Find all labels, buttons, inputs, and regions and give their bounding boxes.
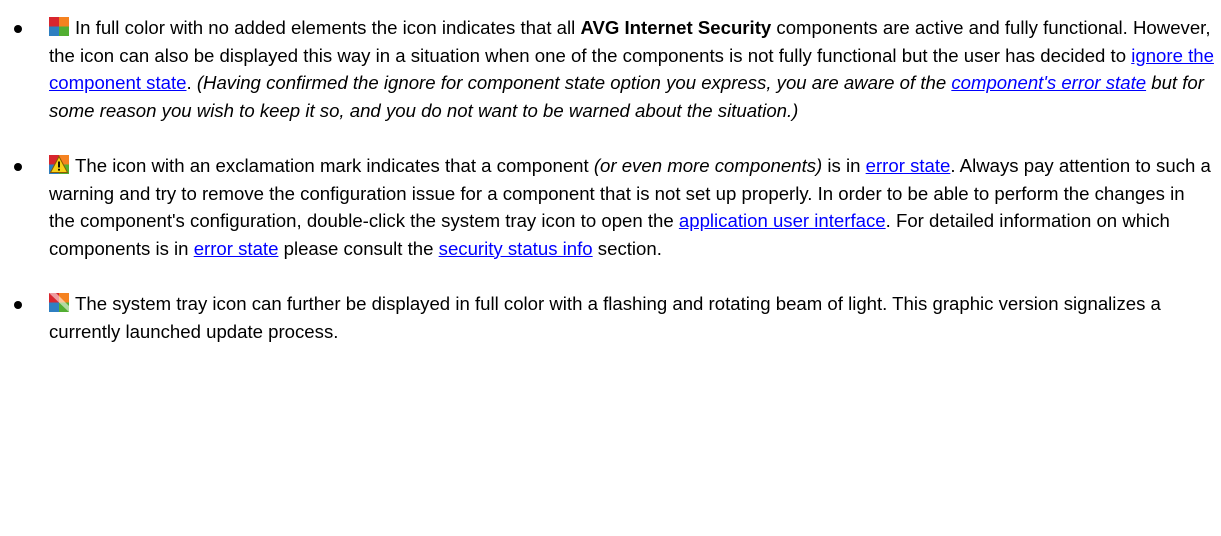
item-note-italic: (or even more components): [593, 155, 823, 176]
avg-tray-icon-warning-icon: [49, 155, 69, 174]
component-error-state-link[interactable]: component's error state: [951, 72, 1146, 93]
item-text: section.: [592, 237, 662, 259]
item-text: The system tray icon can further be disp…: [49, 293, 1161, 342]
bullet-dot: [14, 163, 22, 171]
item-text: In full color with no added elements the…: [75, 17, 581, 38]
item-text: is in: [822, 155, 866, 176]
item-note-italic: (Having confirmed the ignore for compone…: [196, 72, 952, 93]
help-document: In full color with no added elements the…: [0, 0, 1221, 345]
security-status-info-link[interactable]: security status info: [439, 238, 593, 259]
application-user-interface-link[interactable]: application user interface: [679, 210, 886, 231]
bullet-dot: [14, 25, 22, 33]
list-item: In full color with no added elements the…: [0, 14, 1221, 124]
error-state-link-2[interactable]: error state: [194, 238, 279, 259]
bullet-dot: [14, 301, 22, 309]
item-text: The icon with an exclamation mark indica…: [75, 155, 594, 176]
list-item: The system tray icon can further be disp…: [0, 290, 1221, 345]
item-text: .: [186, 72, 197, 93]
list-item: The icon with an exclamation mark indica…: [0, 152, 1221, 262]
avg-tray-icon-full-color-icon: [49, 17, 69, 36]
item-text: please consult the: [278, 237, 439, 259]
error-state-link[interactable]: error state: [866, 155, 951, 176]
tray-icon-states-list: In full color with no added elements the…: [0, 14, 1221, 345]
product-name: AVG Internet Security: [580, 17, 772, 38]
avg-tray-icon-updating-icon: [49, 293, 69, 312]
